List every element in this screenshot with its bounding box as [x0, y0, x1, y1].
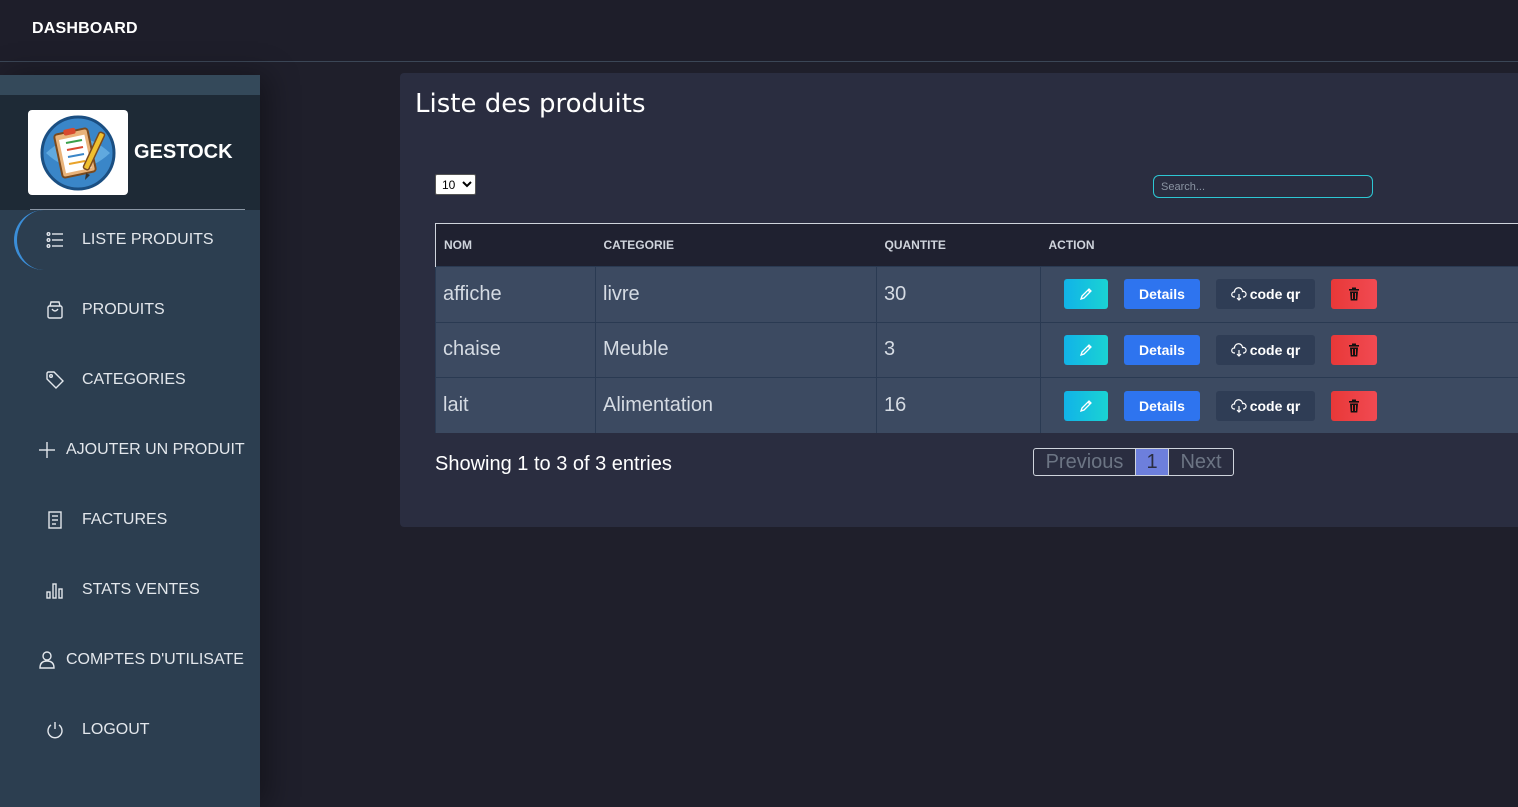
column-header-action: ACTION [1040, 223, 1518, 267]
trash-icon [1349, 399, 1359, 413]
edit-button[interactable] [1064, 390, 1108, 421]
top-navbar: DASHBOARD [0, 0, 1518, 62]
products-table: NOM CATEGORIE QUANTITE ACTION affiche li… [435, 223, 1518, 434]
cell-actions: Details code qr [1040, 321, 1518, 378]
column-header-nom[interactable]: NOM [435, 223, 596, 267]
qr-button-label: code qr [1249, 286, 1301, 303]
details-button[interactable]: Details [1124, 390, 1200, 421]
trash-icon [1349, 287, 1359, 301]
pagination-page-current[interactable]: 1 [1135, 449, 1169, 475]
details-button[interactable]: Details [1124, 279, 1200, 310]
sidebar-item-label: FACTURES [82, 511, 168, 528]
table-row: lait Alimentation 16 Details code qr [435, 377, 1518, 434]
plus-icon [36, 439, 58, 461]
sidebar-item-label: AJOUTER UN PRODUIT [66, 441, 245, 458]
cell-quantite: 30 [876, 266, 1041, 323]
cell-nom: affiche [435, 266, 596, 323]
sidebar-item-label: LISTE PRODUITS [82, 231, 214, 248]
sidebar-item-categories[interactable]: CATEGORIES [0, 360, 260, 400]
sidebar-item-liste-produits[interactable]: LISTE PRODUITS [0, 210, 260, 270]
search-input[interactable] [1153, 175, 1373, 198]
cell-actions: Details code qr [1040, 377, 1518, 434]
qr-code-button[interactable]: code qr [1216, 279, 1315, 310]
table-row: chaise Meuble 3 Details code qr [435, 321, 1518, 378]
column-header-quantite[interactable]: QUANTITE [876, 223, 1041, 267]
sidebar-item-label: PRODUITS [82, 301, 165, 318]
qr-button-label: code qr [1249, 397, 1301, 414]
sidebar-item-factures[interactable]: FACTURES [0, 500, 260, 540]
shopping-bag-icon [44, 299, 66, 321]
cell-categorie: Alimentation [595, 377, 877, 434]
sidebar-item-stats-ventes[interactable]: STATS VENTES [0, 570, 260, 610]
power-icon [44, 719, 66, 741]
active-indicator [14, 210, 74, 270]
qr-code-button[interactable]: code qr [1216, 334, 1315, 365]
receipt-icon [44, 509, 66, 531]
entries-per-page-select[interactable]: 10 [435, 174, 476, 195]
delete-button[interactable] [1331, 390, 1377, 421]
delete-button[interactable] [1331, 279, 1377, 310]
sidebar-item-label: LOGOUT [82, 721, 150, 738]
cell-quantite: 16 [876, 377, 1041, 434]
clipboard-logo-icon [40, 115, 116, 190]
tag-icon [44, 369, 66, 391]
table-header-row: NOM CATEGORIE QUANTITE ACTION [435, 223, 1518, 267]
sidebar-item-label: STATS VENTES [82, 581, 200, 598]
table-row: affiche livre 30 Details code qr [435, 266, 1518, 323]
cell-quantite: 3 [876, 321, 1041, 378]
page-title: Liste des produits [415, 89, 646, 119]
pagination-next[interactable]: Next [1169, 449, 1233, 475]
sidebar-item-comptes-utilisateurs[interactable]: COMPTES D'UTILISATE [0, 640, 260, 680]
sidebar-logo-area: GESTOCK [0, 95, 260, 210]
cell-nom: chaise [435, 321, 596, 378]
edit-button[interactable] [1064, 279, 1108, 310]
dashboard-title[interactable]: DASHBOARD [32, 20, 138, 38]
pencil-icon [1079, 288, 1092, 301]
logo-divider [30, 209, 245, 210]
cell-nom: lait [435, 377, 596, 434]
sidebar-item-logout[interactable]: LOGOUT [0, 710, 260, 750]
sidebar-top-strip [0, 75, 260, 95]
cell-actions: Details code qr [1040, 266, 1518, 323]
sidebar-item-label: COMPTES D'UTILISATE [66, 651, 244, 668]
qr-button-label: code qr [1249, 341, 1301, 358]
trash-icon [1349, 343, 1359, 357]
products-card: Liste des produits 10 NOM CATEGORIE QUAN… [400, 73, 1518, 527]
edit-button[interactable] [1064, 334, 1108, 365]
bar-chart-icon [44, 579, 66, 601]
cell-categorie: livre [595, 266, 877, 323]
user-icon [36, 649, 58, 671]
app-logo [28, 110, 128, 195]
sidebar-item-produits[interactable]: PRODUITS [0, 290, 260, 330]
pagination-previous[interactable]: Previous [1034, 449, 1135, 475]
cloud-download-icon [1230, 398, 1247, 413]
brand-name: GESTOCK [134, 141, 233, 163]
cloud-download-icon [1230, 287, 1247, 302]
column-header-categorie[interactable]: CATEGORIE [595, 223, 877, 267]
pencil-icon [1079, 399, 1092, 412]
pencil-icon [1079, 343, 1092, 356]
details-button[interactable]: Details [1124, 334, 1200, 365]
pagination: Previous 1 Next [1033, 448, 1234, 476]
qr-code-button[interactable]: code qr [1216, 390, 1315, 421]
sidebar-item-ajouter-produit[interactable]: AJOUTER UN PRODUIT [0, 430, 260, 470]
cell-categorie: Meuble [595, 321, 877, 378]
cloud-download-icon [1230, 343, 1247, 357]
sidebar-item-label: CATEGORIES [82, 371, 186, 388]
table-info: Showing 1 to 3 of 3 entries [435, 453, 672, 475]
delete-button[interactable] [1331, 334, 1377, 365]
